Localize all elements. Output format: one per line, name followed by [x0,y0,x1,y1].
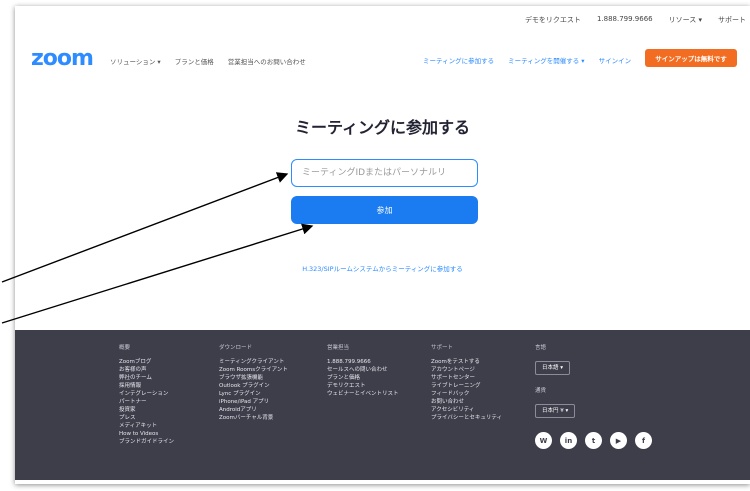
footer-link[interactable]: フィードバック [431,390,502,398]
zoom-logo[interactable]: zoom [31,46,94,71]
support-link[interactable]: サポート [718,15,746,25]
footer-link[interactable]: 弊社のチーム [119,374,174,382]
phone-link[interactable]: 1.888.799.9666 [597,15,653,25]
page-title: ミーティングに参加する [294,118,471,137]
signup-button[interactable]: サインアップは無料です [645,49,737,67]
nav-left-menu: ソリューション ▾ プランと価格 営業担当へのお問い合わせ [110,56,306,66]
footer-link[interactable]: プレス [119,414,174,422]
footer-link[interactable]: ミーティングクライアント [219,358,288,366]
footer-support: サポート Zoomをテストする アカウントページ サポートセンター ライブトレー… [431,344,502,422]
browser-page: デモをリクエスト 1.888.799.9666 リソース ▾ サポート zoom… [15,6,750,484]
footer-link[interactable]: ライブトレーニング [431,382,502,390]
wordpress-icon[interactable]: W [535,432,552,449]
twitter-icon[interactable]: t [585,432,602,449]
footer-link[interactable]: 投資家 [119,406,174,414]
footer-link[interactable]: プランと価格 [327,374,399,382]
footer-link[interactable]: Zoom Roomsクライアント [219,366,288,374]
footer-link[interactable]: セールスへの問い合わせ [327,366,399,374]
linkedin-icon[interactable]: in [560,432,577,449]
nav-right-menu: ミーティングに参加する ミーティングを開催する ▾ サインイン [423,55,631,65]
resources-menu[interactable]: リソース ▾ [669,15,702,25]
footer-link[interactable]: サポートセンター [431,374,502,382]
footer-about: 概要 Zoomブログ お客様の声 弊社のチーム 採用情報 インテグレーション パ… [119,344,174,446]
footer-download: ダウンロード ミーティングクライアント Zoom Roomsクライアント ブラウ… [219,344,288,422]
footer-link[interactable]: Outlook プラグイン [219,382,288,390]
currency-heading: 通貨 [535,388,547,394]
footer-link[interactable]: 1.888.799.9666 [327,358,399,366]
footer-heading: 概要 [119,345,131,351]
utility-links: デモをリクエスト 1.888.799.9666 リソース ▾ サポート [525,15,746,25]
nav-solutions[interactable]: ソリューション ▾ [110,56,161,66]
nav-plans-pricing[interactable]: プランと価格 [175,56,214,66]
main-navigation: zoom ソリューション ▾ プランと価格 営業担当へのお問い合わせ ミーティン… [15,41,750,77]
footer-link[interactable]: 採用情報 [119,382,174,390]
h323-sip-link[interactable]: H.323/SIPルームシステムからミーティングに参加する [15,263,750,273]
footer-heading: 営業担当 [327,345,350,351]
youtube-icon[interactable]: ▶ [610,432,627,449]
footer-link[interactable]: iPhone/iPad アプリ [219,398,288,406]
nav-host-meeting[interactable]: ミーティングを開催する ▾ [508,55,584,65]
nav-sign-in[interactable]: サインイン [599,55,632,65]
footer-link[interactable]: Zoomバーチャル背景 [219,414,288,422]
footer-link[interactable]: お客様の声 [119,366,174,374]
footer: 概要 Zoomブログ お客様の声 弊社のチーム 採用情報 インテグレーション パ… [15,330,750,480]
footer-settings: 言語 日本語 ▾ 通貨 日本円 ¥ ▾ [535,344,576,430]
social-links: W in t ▶ f [535,432,652,449]
footer-link[interactable]: パートナー [119,398,174,406]
facebook-icon[interactable]: f [635,432,652,449]
footer-link[interactable]: Lync プラグイン [219,390,288,398]
footer-link[interactable]: インテグレーション [119,390,174,398]
footer-link[interactable]: Androidアプリ [219,406,288,414]
footer-link[interactable]: ブランドガイドライン [119,438,174,446]
top-utility-bar: デモをリクエスト 1.888.799.9666 リソース ▾ サポート [15,6,750,33]
nav-join-meeting[interactable]: ミーティングに参加する [423,55,494,65]
footer-link[interactable]: ブラウザ拡張機能 [219,374,288,382]
footer-link[interactable]: アカウントページ [431,366,502,374]
language-heading: 言語 [535,345,547,351]
footer-link[interactable]: デモリクエスト [327,382,399,390]
footer-heading: ダウンロード [219,345,253,351]
footer-sales: 営業担当 1.888.799.9666 セールスへの問い合わせ プランと価格 デ… [327,344,399,398]
language-select[interactable]: 日本語 ▾ [535,361,571,375]
footer-link[interactable]: Zoomをテストする [431,358,502,366]
nav-contact-sales[interactable]: 営業担当へのお問い合わせ [228,56,306,66]
footer-link[interactable]: Zoomブログ [119,358,174,366]
meeting-id-input[interactable] [291,159,478,187]
join-button[interactable]: 参加 [291,196,478,224]
footer-link[interactable]: お問い合わせ [431,398,502,406]
footer-link[interactable]: ウェビナーとイベントリスト [327,390,399,398]
footer-link[interactable]: アクセシビリティ [431,406,502,414]
currency-select[interactable]: 日本円 ¥ ▾ [535,404,576,418]
footer-link[interactable]: メディアキット [119,422,174,430]
footer-link[interactable]: プライバシーとセキュリティ [431,414,502,422]
footer-heading: サポート [431,345,454,351]
request-demo-link[interactable]: デモをリクエスト [525,15,581,25]
footer-link[interactable]: How to Videos [119,430,174,438]
